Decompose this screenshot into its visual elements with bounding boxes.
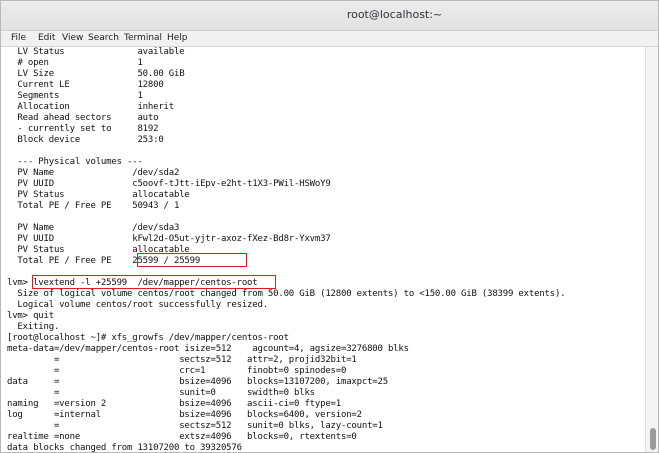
- terminal-line: data blocks changed from 13107200 to 393…: [7, 443, 242, 452]
- terminal-line: lvm> quit: [7, 311, 54, 321]
- terminal-line: # open 1: [7, 58, 143, 68]
- terminal-output[interactable]: LV Status available # open 1 LV Size 50.…: [7, 47, 644, 452]
- terminal-line: Total PE / Free PE 50943 / 1: [7, 201, 180, 211]
- terminal-line: - currently set to 8192: [7, 124, 159, 134]
- menu-terminal[interactable]: Terminal: [122, 32, 164, 44]
- terminal-line: --- Physical volumes ---: [7, 157, 143, 167]
- menu-file[interactable]: File: [9, 32, 28, 44]
- window-title: root@localhost:~: [346, 8, 443, 21]
- terminal-line: PV Status allocatable: [7, 190, 190, 200]
- terminal-line: Current LE 12800: [7, 80, 164, 90]
- title-bar[interactable]: root@localhost:~: [1, 1, 658, 31]
- menu-bar: File Edit View Search Terminal Help: [1, 31, 658, 47]
- terminal-line: Read ahead sectors auto: [7, 113, 159, 123]
- terminal-line: PV UUID kFwl2d-O5ut-yjtr-axoz-fXez-Bd8r-…: [7, 234, 331, 244]
- terminal-line: meta-data=/dev/mapper/centos-root isize=…: [7, 344, 409, 354]
- terminal-line: = sunit=0 swidth=0 blks: [7, 388, 315, 398]
- menu-view[interactable]: View: [60, 32, 85, 44]
- terminal-line: Size of logical volume centos/root chang…: [7, 289, 566, 299]
- terminal-line: Logical volume centos/root successfully …: [7, 300, 268, 310]
- terminal-line: Total PE / Free PE 25599 / 25599: [7, 256, 201, 266]
- terminal-line: lvm> lvextend -l +25599 /dev/mapper/cent…: [7, 278, 258, 288]
- terminal-line: = sectsz=512 attr=2, projid32bit=1: [7, 355, 357, 365]
- terminal-line: Block device 253:0: [7, 135, 164, 145]
- terminal-line: log =internal bsize=4096 blocks=6400, ve…: [7, 410, 362, 420]
- terminal-line: PV Name /dev/sda2: [7, 168, 180, 178]
- terminal-window: root@localhost:~ File Edit View Search T…: [0, 0, 659, 453]
- scrollbar-thumb[interactable]: [650, 428, 656, 450]
- terminal-line: PV Name /dev/sda3: [7, 223, 180, 233]
- terminal-line: = crc=1 finobt=0 spinodes=0: [7, 366, 347, 376]
- terminal-line: data = bsize=4096 blocks=13107200, imaxp…: [7, 377, 388, 387]
- terminal-line: LV Size 50.00 GiB: [7, 69, 185, 79]
- terminal-line: [root@localhost ~]# xfs_growfs /dev/mapp…: [7, 333, 289, 343]
- terminal-line: PV Status allocatable: [7, 245, 190, 255]
- terminal-line: Segments 1: [7, 91, 143, 101]
- terminal-line: naming =version 2 bsize=4096 ascii-ci=0 …: [7, 399, 341, 409]
- terminal-line: = sectsz=512 sunit=0 blks, lazy-count=1: [7, 421, 383, 431]
- terminal-line: LV Status available: [7, 47, 185, 57]
- terminal-line: PV UUID c5oovf-tJtt-iEpv-e2ht-t1X3-PWil-…: [7, 179, 331, 189]
- terminal-line: Exiting.: [7, 322, 60, 332]
- vertical-scrollbar[interactable]: [645, 47, 658, 452]
- menu-edit[interactable]: Edit: [36, 32, 57, 44]
- menu-help[interactable]: Help: [165, 32, 190, 44]
- terminal-line: Allocation inherit: [7, 102, 174, 112]
- terminal-line: realtime =none extsz=4096 blocks=0, rtex…: [7, 432, 357, 442]
- menu-search[interactable]: Search: [86, 32, 121, 44]
